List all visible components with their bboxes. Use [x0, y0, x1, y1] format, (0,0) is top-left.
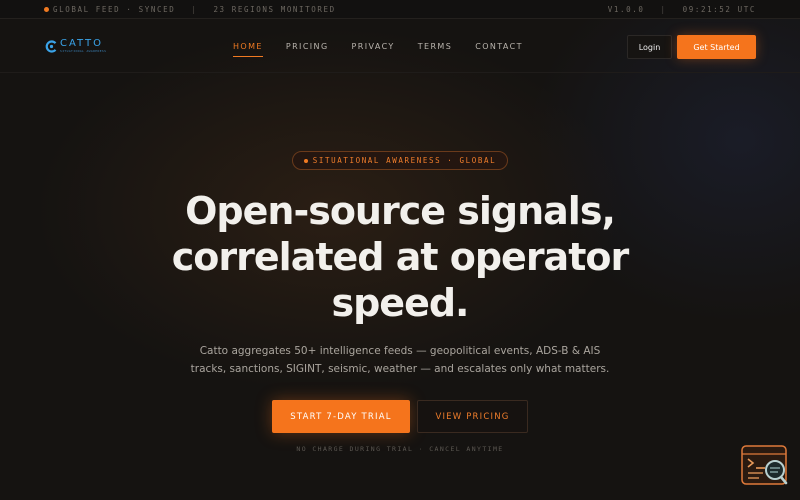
hero-subtitle: Catto aggregates 50+ intelligence feeds … — [150, 342, 650, 378]
logo[interactable]: CATTO SITUATIONAL AWARENESS — [45, 39, 106, 53]
status-bar: GLOBAL FEED · SYNCED | 23 REGIONS MONITO… — [0, 0, 800, 19]
nav-links: HOME PRICING PRIVACY TERMS CONTACT — [233, 42, 546, 57]
regions-status: 23 REGIONS MONITORED — [213, 5, 336, 14]
status-separator: | — [660, 5, 667, 14]
subtitle-line: Catto aggregates 50+ intelligence feeds … — [199, 345, 601, 357]
hero-badge: SITUATIONAL AWARENESS · GLOBAL — [292, 151, 508, 170]
version-label: V1.0.0 — [607, 5, 645, 14]
headline-line: Open-source signals, — [185, 189, 616, 233]
subtitle-line: tracks, sanctions, SIGINT, seismic, weat… — [190, 363, 610, 375]
nav-link-terms[interactable]: TERMS — [418, 42, 452, 57]
login-button[interactable]: Login — [627, 35, 672, 59]
start-trial-button[interactable]: START 7-DAY TRIAL — [272, 400, 410, 433]
clock-label: 09:21:52 UTC — [682, 5, 756, 14]
trial-note: NO CHARGE DURING TRIAL · CANCEL ANYTIME — [296, 445, 504, 453]
feed-status: GLOBAL FEED · SYNCED — [53, 5, 176, 14]
terminal-search-widget[interactable] — [741, 444, 789, 488]
headline-line: speed. — [331, 281, 469, 325]
badge-dot-icon — [303, 158, 308, 163]
hero-badge-label: SITUATIONAL AWARENESS · GLOBAL — [312, 156, 497, 165]
status-separator: | — [191, 5, 198, 14]
nav-link-privacy[interactable]: PRIVACY — [352, 42, 395, 57]
nav-link-contact[interactable]: CONTACT — [475, 42, 523, 57]
terminal-search-icon — [741, 445, 788, 485]
get-started-button[interactable]: Get Started — [677, 35, 756, 59]
status-right: V1.0.0 | 09:21:52 UTC — [608, 5, 756, 14]
status-left: GLOBAL FEED · SYNCED | 23 REGIONS MONITO… — [44, 5, 336, 14]
catto-logo-icon — [45, 39, 57, 53]
logo-text: CATTO SITUATIONAL AWARENESS — [60, 39, 106, 53]
brand-name: CATTO — [60, 38, 103, 49]
view-pricing-button[interactable]: VIEW PRICING — [417, 400, 528, 433]
nav-link-pricing[interactable]: PRICING — [286, 42, 329, 57]
headline-line: correlated at operator — [171, 235, 629, 279]
hero-headline: Open-source signals, correlated at opera… — [100, 188, 700, 326]
nav-link-home[interactable]: HOME — [233, 42, 263, 57]
brand-tagline: SITUATIONAL AWARENESS — [60, 49, 107, 53]
top-nav: CATTO SITUATIONAL AWARENESS HOME PRICING… — [0, 19, 800, 73]
live-status-dot-icon — [44, 7, 49, 12]
